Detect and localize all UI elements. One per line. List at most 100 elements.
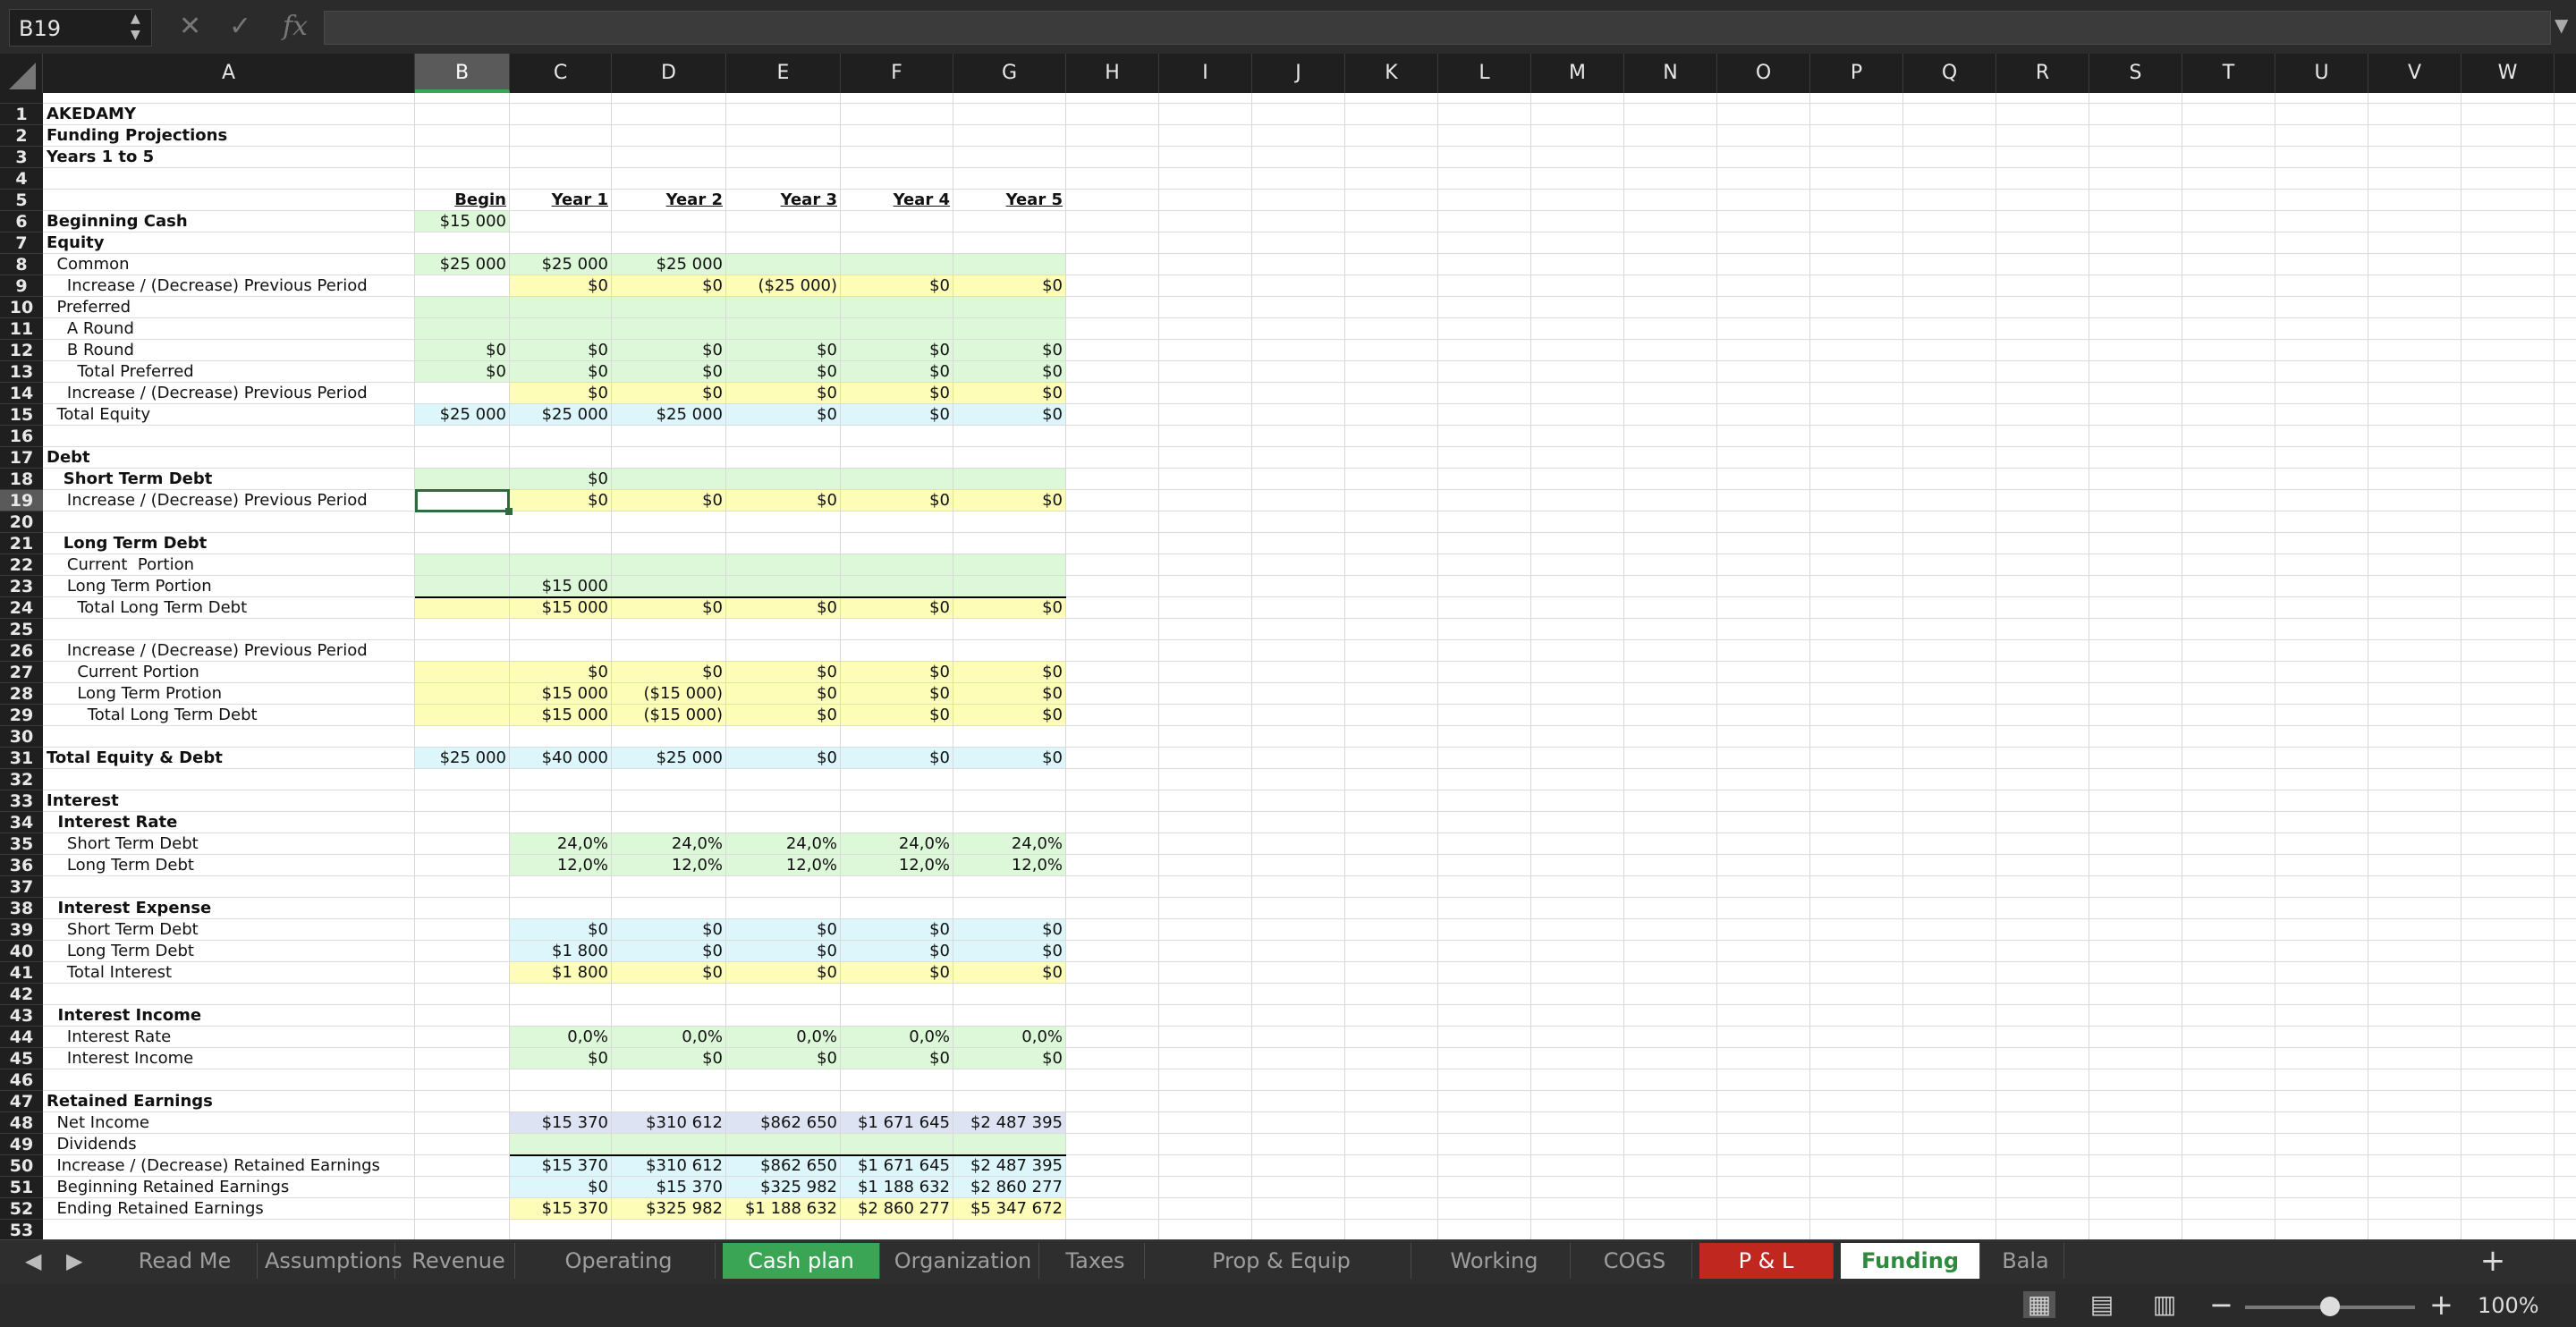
- row-header-1[interactable]: 1: [0, 104, 43, 125]
- row-label[interactable]: Funding Projections: [43, 125, 231, 146]
- value-cell[interactable]: 24,0%: [726, 833, 841, 854]
- sheet-tab-read-me[interactable]: Read Me: [113, 1243, 258, 1279]
- page-break-icon[interactable]: ▥: [2148, 1291, 2181, 1318]
- value-cell[interactable]: $0: [953, 748, 1066, 768]
- value-cell[interactable]: $0: [726, 490, 841, 511]
- row-label[interactable]: B Round: [43, 340, 138, 360]
- sheet-tab-working-capital[interactable]: Working Capital: [1419, 1243, 1571, 1309]
- value-cell[interactable]: 12,0%: [953, 855, 1066, 875]
- add-sheet-button[interactable]: +: [2470, 1243, 2515, 1279]
- selected-cell[interactable]: [415, 489, 510, 512]
- value-cell[interactable]: $0: [726, 1048, 841, 1069]
- row-label[interactable]: Short Term Debt: [43, 833, 202, 854]
- value-cell[interactable]: $0: [841, 383, 953, 403]
- row-header-23[interactable]: 23: [0, 576, 43, 597]
- value-cell[interactable]: $0: [612, 597, 726, 618]
- row-label[interactable]: Beginning Retained Earnings: [43, 1177, 292, 1197]
- page-layout-icon[interactable]: ▤: [2086, 1291, 2118, 1318]
- row-label[interactable]: Long Term Debt: [43, 855, 198, 875]
- value-cell[interactable]: $0: [953, 683, 1066, 704]
- zoom-out-button[interactable]: −: [2209, 1288, 2233, 1322]
- row-label[interactable]: Total Equity & Debt: [43, 748, 226, 768]
- row-label[interactable]: Years 1 to 5: [43, 147, 157, 167]
- value-cell[interactable]: $0: [510, 275, 612, 296]
- value-cell[interactable]: $0: [953, 597, 1066, 618]
- row-label[interactable]: Long Term Portion: [43, 576, 216, 596]
- value-cell[interactable]: ($25 000): [726, 275, 841, 296]
- value-cell[interactable]: $0: [415, 340, 510, 360]
- row-label[interactable]: Short Term Debt: [43, 919, 202, 940]
- row-label[interactable]: Total Long Term Debt: [43, 597, 250, 618]
- value-cell[interactable]: $862 650: [726, 1112, 841, 1133]
- row-header-14[interactable]: 14: [0, 383, 43, 404]
- value-cell[interactable]: $15 000: [510, 683, 612, 704]
- column-header-j[interactable]: J: [1252, 54, 1345, 93]
- value-cell[interactable]: $25 000: [510, 254, 612, 275]
- row-header-41[interactable]: 41: [0, 962, 43, 984]
- column-header-w[interactable]: W: [2462, 54, 2555, 93]
- row-label[interactable]: Current Portion: [43, 554, 198, 575]
- row-header-11[interactable]: 11: [0, 318, 43, 340]
- row-label[interactable]: Long Term Protion: [43, 683, 225, 704]
- value-cell[interactable]: $0: [612, 662, 726, 682]
- value-cell[interactable]: $0: [841, 275, 953, 296]
- row-header-8[interactable]: 8: [0, 254, 43, 275]
- row-label[interactable]: Interest Income: [43, 1005, 205, 1026]
- value-cell[interactable]: $1 671 645: [841, 1155, 953, 1176]
- value-cell[interactable]: $25 000: [612, 254, 726, 275]
- year-header[interactable]: Year 4: [841, 190, 953, 210]
- value-cell[interactable]: $40 000: [510, 748, 612, 768]
- row-header-40[interactable]: 40: [0, 941, 43, 962]
- value-cell[interactable]: $0: [726, 597, 841, 618]
- value-cell[interactable]: $0: [510, 490, 612, 511]
- row-header-15[interactable]: 15: [0, 404, 43, 426]
- value-cell[interactable]: $1 188 632: [841, 1177, 953, 1197]
- value-cell[interactable]: $0: [841, 404, 953, 425]
- value-cell[interactable]: $15 370: [510, 1155, 612, 1176]
- sheet-tab-cash-plan[interactable]: Cash plan: [723, 1243, 880, 1279]
- row-header-37[interactable]: 37: [0, 876, 43, 898]
- row-header-32[interactable]: 32: [0, 769, 43, 790]
- value-cell[interactable]: $2 487 395: [953, 1155, 1066, 1176]
- value-cell[interactable]: $15 370: [510, 1112, 612, 1133]
- row-label[interactable]: Retained Earnings: [43, 1091, 216, 1111]
- value-cell[interactable]: $0: [841, 490, 953, 511]
- row-label[interactable]: A Round: [43, 318, 138, 339]
- value-cell[interactable]: $0: [726, 748, 841, 768]
- row-label[interactable]: Long Term Debt: [43, 941, 198, 961]
- value-cell[interactable]: 0,0%: [953, 1027, 1066, 1047]
- value-cell[interactable]: $15 370: [612, 1177, 726, 1197]
- row-header-7[interactable]: 7: [0, 232, 43, 254]
- value-cell[interactable]: $0: [726, 361, 841, 382]
- row-label[interactable]: Increase / (Decrease) Retained Earnings: [43, 1155, 384, 1176]
- value-cell[interactable]: $0: [726, 340, 841, 360]
- value-cell[interactable]: $310 612: [612, 1155, 726, 1176]
- value-cell[interactable]: $2 860 277: [841, 1198, 953, 1219]
- column-header-f[interactable]: F: [841, 54, 953, 93]
- value-cell[interactable]: 12,0%: [841, 855, 953, 875]
- year-header[interactable]: Year 3: [726, 190, 841, 210]
- row-label[interactable]: Current Portion: [43, 662, 203, 682]
- row-header-35[interactable]: 35: [0, 833, 43, 855]
- row-header-22[interactable]: 22: [0, 554, 43, 576]
- name-box-stepper-icon[interactable]: ▲ ▼: [131, 11, 140, 43]
- row-label[interactable]: Total Interest: [43, 962, 175, 983]
- value-cell[interactable]: $0: [841, 748, 953, 768]
- value-cell[interactable]: 0,0%: [726, 1027, 841, 1047]
- value-cell[interactable]: $15 000: [510, 705, 612, 725]
- value-cell[interactable]: $25 000: [612, 404, 726, 425]
- value-cell[interactable]: $0: [510, 662, 612, 682]
- value-cell[interactable]: $1 671 645: [841, 1112, 953, 1133]
- tab-scroll-right-icon[interactable]: ▶: [66, 1248, 82, 1273]
- value-cell[interactable]: $310 612: [612, 1112, 726, 1133]
- row-header-16[interactable]: 16: [0, 426, 43, 447]
- value-cell[interactable]: $1 800: [510, 941, 612, 961]
- value-cell[interactable]: $0: [953, 919, 1066, 940]
- row-label[interactable]: Debt: [43, 447, 94, 468]
- row-label[interactable]: Increase / (Decrease) Previous Period: [43, 640, 371, 661]
- row-label[interactable]: Total Long Term Debt: [43, 705, 261, 725]
- value-cell[interactable]: $0: [510, 340, 612, 360]
- column-header-o[interactable]: O: [1717, 54, 1810, 93]
- row-header-20[interactable]: 20: [0, 511, 43, 533]
- column-header-q[interactable]: Q: [1903, 54, 1996, 93]
